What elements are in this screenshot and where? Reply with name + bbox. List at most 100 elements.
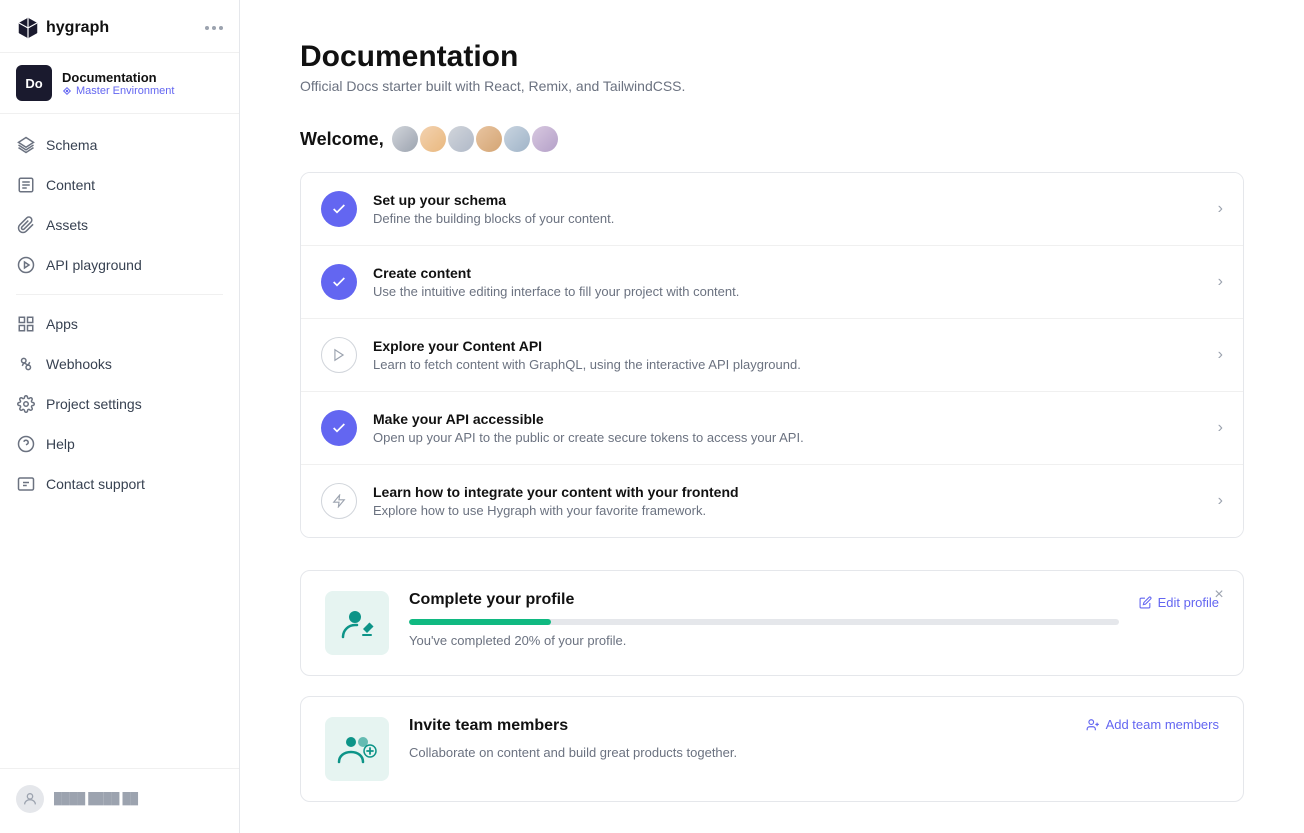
step-content-2: Create content Use the intuitive editing… [373, 265, 1202, 299]
project-avatar: Do [16, 65, 52, 101]
step-icon-completed-4 [321, 410, 357, 446]
layers-icon [16, 135, 36, 155]
sidebar-item-api-playground[interactable]: API playground [0, 246, 239, 284]
step-icon-pending-5 [321, 483, 357, 519]
step-api-accessible[interactable]: Make your API accessible Open up your AP… [301, 392, 1243, 465]
add-team-label: Add team members [1106, 717, 1219, 732]
step-desc-2: Use the intuitive editing interface to f… [373, 284, 1202, 299]
add-team-members-link[interactable]: Add team members [1086, 717, 1219, 732]
apps-label: Apps [46, 316, 78, 332]
sidebar-item-apps[interactable]: Apps [0, 305, 239, 343]
user-name: ████ ████ ██ [54, 793, 138, 805]
contact-support-label: Contact support [46, 476, 145, 492]
welcome-avatar-strip [392, 126, 558, 152]
settings-icon [16, 394, 36, 414]
step-title: Set up your schema [373, 192, 1202, 208]
dots-menu[interactable] [205, 26, 223, 30]
hygraph-logo[interactable]: hygraph [16, 16, 109, 40]
profile-card-inner: Complete your profile You've completed 2… [325, 591, 1219, 655]
page-title: Documentation [300, 40, 1244, 74]
chevron-right-icon-3: › [1218, 346, 1223, 364]
edit-icon [16, 175, 36, 195]
welcome-prefix: Welcome, [300, 129, 384, 150]
team-card-body: Invite team members Collaborate on conte… [409, 717, 1066, 760]
welcome-heading: Welcome, [300, 126, 1244, 152]
sidebar-item-project-settings[interactable]: Project settings [0, 385, 239, 423]
step-icon-pending [321, 337, 357, 373]
step-content-4: Make your API accessible Open up your AP… [373, 411, 1202, 445]
step-desc-5: Explore how to use Hygraph with your fav… [373, 503, 1202, 518]
project-env: Master Environment [62, 85, 174, 97]
edit-profile-link[interactable]: Edit profile [1139, 595, 1219, 610]
sidebar-item-webhooks[interactable]: Webhooks [0, 345, 239, 383]
project-name: Documentation [62, 70, 174, 85]
steps-list: Set up your schema Define the building b… [300, 172, 1244, 538]
main-content: Documentation Official Docs starter buil… [240, 0, 1304, 833]
step-icon-completed-2 [321, 264, 357, 300]
grid-icon [16, 314, 36, 334]
step-title-4: Make your API accessible [373, 411, 1202, 427]
team-card-desc: Collaborate on content and build great p… [409, 745, 1066, 760]
step-create-content[interactable]: Create content Use the intuitive editing… [301, 246, 1243, 319]
step-icon-completed [321, 191, 357, 227]
chevron-right-icon-2: › [1218, 273, 1223, 291]
profile-status: You've completed 20% of your profile. [409, 633, 1119, 648]
edit-pencil-icon [1139, 596, 1152, 609]
env-icon [62, 86, 72, 96]
step-title-2: Create content [373, 265, 1202, 281]
webhook-icon [16, 354, 36, 374]
sidebar-item-help[interactable]: Help [0, 425, 239, 463]
sidebar: hygraph Do Documentation Master Environm… [0, 0, 240, 833]
help-circle-icon [16, 434, 36, 454]
profile-card: × Complete your profile You've completed… [300, 570, 1244, 676]
step-set-up-schema[interactable]: Set up your schema Define the building b… [301, 173, 1243, 246]
sidebar-item-schema[interactable]: Schema [0, 126, 239, 164]
chevron-right-icon-4: › [1218, 419, 1223, 437]
profile-card-body: Complete your profile You've completed 2… [409, 591, 1119, 648]
sidebar-item-contact-support[interactable]: Contact support [0, 465, 239, 503]
profile-illustration [325, 591, 389, 655]
sidebar-header: hygraph [0, 0, 239, 53]
profile-svg [337, 603, 377, 643]
project-info[interactable]: Do Documentation Master Environment [0, 53, 239, 114]
page-subtitle: Official Docs starter built with React, … [300, 78, 1244, 94]
step-explore-api[interactable]: Explore your Content API Learn to fetch … [301, 319, 1243, 392]
progress-bar-fill [409, 619, 551, 625]
step-title-5: Learn how to integrate your content with… [373, 484, 1202, 500]
step-content-3: Explore your Content API Learn to fetch … [373, 338, 1202, 372]
team-card-actions: Add team members [1086, 717, 1219, 734]
schema-label: Schema [46, 137, 97, 153]
close-button[interactable]: × [1209, 585, 1229, 605]
team-card-inner: Invite team members Collaborate on conte… [325, 717, 1219, 781]
team-svg [337, 729, 377, 769]
nav-section: Schema Content Assets [0, 114, 239, 768]
user-avatar [16, 785, 44, 813]
add-person-icon [1086, 718, 1100, 732]
chevron-right-icon-5: › [1218, 492, 1223, 510]
profile-card-title: Complete your profile [409, 591, 1119, 609]
step-integrate-frontend[interactable]: Learn how to integrate your content with… [301, 465, 1243, 537]
assets-label: Assets [46, 217, 88, 233]
sidebar-item-assets[interactable]: Assets [0, 206, 239, 244]
message-icon [16, 474, 36, 494]
user-row[interactable]: ████ ████ ██ [0, 777, 239, 821]
step-desc: Define the building blocks of your conte… [373, 211, 1202, 226]
webhooks-label: Webhooks [46, 356, 112, 372]
team-card-title: Invite team members [409, 717, 1066, 735]
play-icon [16, 255, 36, 275]
logo-icon [16, 16, 40, 40]
paperclip-icon [16, 215, 36, 235]
sidebar-bottom: ████ ████ ██ [0, 768, 239, 833]
api-playground-label: API playground [46, 257, 142, 273]
env-label: Master Environment [76, 85, 174, 97]
team-card: Invite team members Collaborate on conte… [300, 696, 1244, 802]
nav-divider [16, 294, 223, 295]
content-label: Content [46, 177, 95, 193]
step-content: Set up your schema Define the building b… [373, 192, 1202, 226]
step-title-3: Explore your Content API [373, 338, 1202, 354]
step-desc-3: Learn to fetch content with GraphQL, usi… [373, 357, 1202, 372]
sidebar-item-content[interactable]: Content [0, 166, 239, 204]
help-label: Help [46, 436, 75, 452]
progress-bar-track [409, 619, 1119, 625]
chevron-right-icon: › [1218, 200, 1223, 218]
